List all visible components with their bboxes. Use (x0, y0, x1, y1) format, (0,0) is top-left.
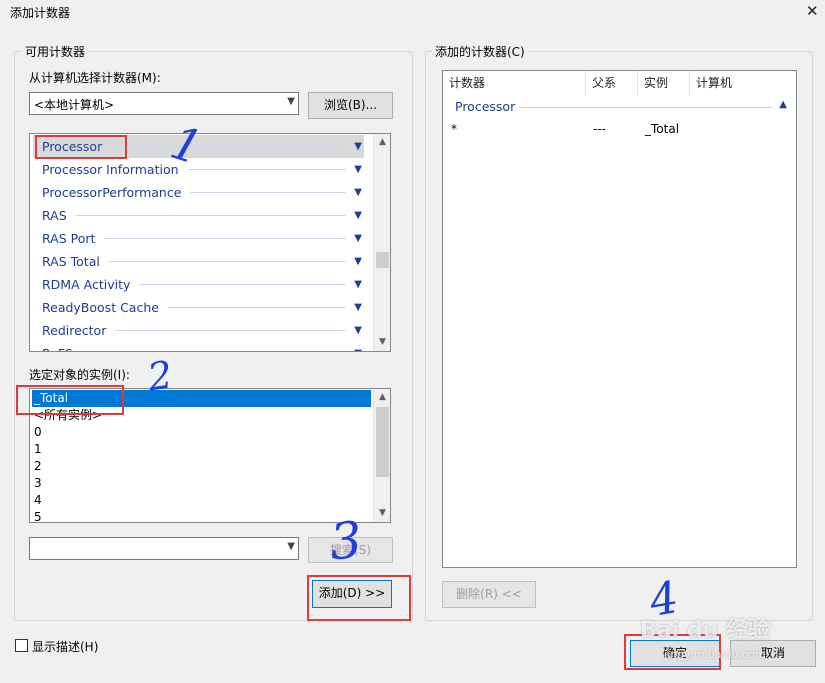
scroll-up-icon[interactable]: ▲ (374, 389, 390, 406)
added-counters-label: 添加的计数器(C) (432, 43, 528, 60)
chevron-down-icon[interactable]: ▼ (354, 158, 362, 181)
step-3-mark: 3 (327, 510, 365, 572)
instance-item[interactable]: 3 (32, 475, 371, 492)
scroll-thumb[interactable] (376, 407, 389, 477)
divider-line (104, 238, 346, 239)
divider-line (139, 284, 346, 285)
scroll-down-icon[interactable]: ▼ (374, 334, 390, 351)
show-description-checkbox[interactable] (15, 639, 28, 652)
highlight-processor (35, 135, 127, 159)
object-label: ProcessorPerformance (42, 185, 182, 200)
object-item-readyboost-cache[interactable]: ReadyBoost Cache ▼ (42, 296, 364, 319)
divider-line (109, 261, 346, 262)
chevron-down-icon[interactable]: ▼ (354, 227, 362, 250)
scroll-down-icon[interactable]: ▼ (374, 505, 390, 522)
chevron-down-icon[interactable]: ▼ (354, 250, 362, 273)
divider-line (517, 107, 772, 108)
chevron-down-icon: ▼ (287, 96, 295, 107)
chevron-down-icon: ▼ (287, 541, 295, 552)
objects-scrollbar[interactable]: ▲ ▼ (373, 134, 390, 351)
column-header-counter[interactable]: 计数器 (443, 71, 586, 96)
instance-item[interactable]: 4 (32, 492, 371, 509)
browse-button[interactable]: 浏览(B)... (308, 92, 393, 119)
baidu-watermark-url: jingyan.baidu.com (664, 648, 766, 661)
column-header-instance[interactable]: 实例 (638, 71, 690, 96)
object-item-processorperformance[interactable]: ProcessorPerformance ▼ (42, 181, 364, 204)
divider-line (190, 192, 346, 193)
object-label: RAS Port (42, 231, 96, 246)
instance-cell: _Total (645, 122, 680, 136)
highlight-total-instance (16, 385, 124, 415)
instances-label: 选定对象的实例(I): (29, 368, 130, 382)
instance-item[interactable]: 1 (32, 441, 371, 458)
object-item-redirector[interactable]: Redirector ▼ (42, 319, 364, 342)
chevron-down-icon[interactable]: ▼ (354, 342, 362, 351)
divider-line (115, 330, 346, 331)
group-row-label: Processor (455, 99, 520, 114)
instance-item[interactable]: 0 (32, 424, 371, 441)
remove-button[interactable]: 删除(R) << (442, 581, 536, 608)
instances-scrollbar[interactable]: ▲ ▼ (373, 389, 390, 522)
column-header-parent[interactable]: 父系 (586, 71, 638, 96)
computer-select-value: <本地计算机> (34, 98, 115, 112)
scroll-thumb[interactable] (376, 252, 389, 268)
object-label: RAS Total (42, 254, 100, 269)
baidu-watermark: Bai du 经验 (640, 618, 770, 643)
show-description-label: 显示描述(H) (32, 640, 99, 654)
counter-cell: * (451, 122, 457, 136)
chevron-down-icon[interactable]: ▼ (354, 319, 362, 342)
divider-line (168, 307, 346, 308)
object-item-ras-port[interactable]: RAS Port ▼ (42, 227, 364, 250)
object-label: Processor Information (42, 162, 179, 177)
object-label: RAS (42, 208, 67, 223)
divider-line (111, 146, 346, 147)
computer-select[interactable]: <本地计算机> ▼ (29, 92, 299, 115)
object-label: ReFS (42, 346, 76, 351)
object-label: RDMA Activity (42, 277, 131, 292)
added-counters-list[interactable]: 计数器 父系 实例 计算机 Processor ▲ * --- _Total (442, 70, 797, 568)
object-item-refs[interactable]: ReFS ▼ (42, 342, 364, 351)
chevron-down-icon[interactable]: ▼ (354, 204, 362, 227)
close-icon[interactable]: ✕ (806, 2, 819, 20)
chevron-down-icon[interactable]: ▼ (354, 273, 362, 296)
object-label: Redirector (42, 323, 107, 338)
parent-cell: --- (593, 122, 606, 136)
instance-item[interactable]: 5 (32, 509, 371, 522)
instance-item[interactable]: 2 (32, 458, 371, 475)
group-row-processor[interactable]: Processor ▲ (455, 99, 790, 117)
chevron-down-icon[interactable]: ▼ (354, 296, 362, 319)
highlight-add-button (307, 575, 411, 621)
search-combo[interactable]: ▼ (29, 537, 299, 560)
window-title: 添加计数器 (10, 6, 71, 20)
object-item-processor-information[interactable]: Processor Information ▼ (42, 158, 364, 181)
performance-objects-list[interactable]: Processor ▼ Processor Information ▼ Processo… (29, 133, 391, 352)
divider-line (76, 215, 346, 216)
chevron-down-icon[interactable]: ▼ (354, 135, 362, 158)
object-item-ras-total[interactable]: RAS Total ▼ (42, 250, 364, 273)
available-counters-label: 可用计数器 (22, 43, 89, 60)
object-label: ReadyBoost Cache (42, 300, 159, 315)
counter-row[interactable]: * --- _Total (443, 122, 796, 140)
scroll-up-icon[interactable]: ▲ (374, 134, 390, 151)
object-item-ras[interactable]: RAS ▼ (42, 204, 364, 227)
collapse-icon[interactable]: ▲ (779, 99, 787, 110)
divider-line (188, 169, 346, 170)
object-item-rdma-activity[interactable]: RDMA Activity ▼ (42, 273, 364, 296)
computer-select-label: 从计算机选择计数器(M): (29, 71, 161, 85)
chevron-down-icon[interactable]: ▼ (354, 181, 362, 204)
column-header-computer[interactable]: 计算机 (690, 71, 796, 96)
